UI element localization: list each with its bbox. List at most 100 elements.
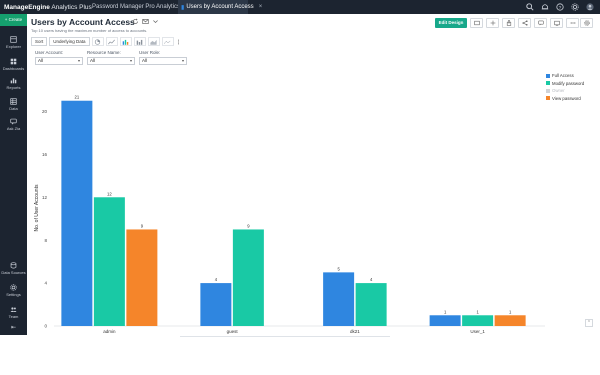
create-button[interactable]: + Create — [0, 14, 27, 26]
sort-button[interactable]: Sort — [31, 37, 48, 46]
y-tick-label: 0 — [44, 324, 47, 329]
sidebar-item-ask-zia[interactable]: Ask Zia — [0, 118, 27, 131]
data-label: 9 — [141, 223, 144, 228]
comment-button[interactable] — [534, 18, 547, 28]
sidebar-item-team[interactable]: Team — [0, 306, 27, 319]
bar-admin-series-3[interactable] — [126, 229, 158, 326]
collapse-sidebar-icon[interactable]: ⇤ — [0, 324, 27, 331]
fullscreen-icon — [553, 20, 560, 26]
stacked-bar-chart-icon[interactable] — [133, 37, 146, 46]
dashboards-icon — [10, 58, 17, 65]
y-tick-label: 4 — [44, 281, 47, 286]
add-button[interactable] — [486, 18, 499, 28]
share-icon — [521, 20, 528, 26]
data-icon — [10, 98, 17, 105]
y-tick-label: 16 — [42, 152, 48, 157]
filter-user-account: User Account: All ▾ — [35, 50, 83, 65]
underlying-data-button[interactable]: Underlying Data — [49, 37, 90, 46]
user-avatar-icon[interactable] — [585, 3, 594, 12]
sidebar-item-reports[interactable]: Reports — [0, 77, 27, 90]
close-icon[interactable]: × — [259, 4, 263, 10]
bar-guest-series-1[interactable] — [232, 229, 264, 326]
x-tick-label: User_1 — [470, 329, 485, 334]
edit-design-button[interactable]: Edit Design — [435, 18, 467, 28]
present-icon — [473, 20, 480, 26]
bar-dk21-series-1[interactable] — [355, 283, 387, 326]
bar-user-1-series-1[interactable] — [462, 315, 494, 326]
share-button[interactable] — [518, 18, 531, 28]
bar-chart-icon: ▮ — [181, 4, 185, 11]
explorer-icon — [10, 36, 17, 43]
tab-users-by-account-access[interactable]: ▮ Users by Account Access × — [178, 0, 262, 14]
notification-bell-icon[interactable] — [540, 3, 549, 12]
data-label: 4 — [215, 277, 218, 282]
reports-icon — [10, 77, 17, 84]
data-label: 12 — [107, 191, 112, 196]
y-tick-label: 20 — [42, 109, 48, 114]
legend-item-full-access[interactable]: Full Access — [546, 72, 584, 80]
user-account-select[interactable]: All ▾ — [35, 57, 83, 65]
bar-guest-series-0[interactable] — [200, 283, 232, 326]
data-label: 21 — [75, 95, 80, 100]
bar-dk21-series-0[interactable] — [323, 272, 355, 326]
line-chart-icon[interactable] — [105, 37, 118, 46]
mail-icon[interactable] — [142, 18, 149, 25]
sidebar-item-dashboards[interactable]: Dashboards — [0, 58, 27, 71]
left-sidebar: + Create Explorer Dashboards Reports Dat… — [0, 14, 27, 335]
present-button[interactable] — [470, 18, 483, 28]
legend-item-owner[interactable]: Owner — [546, 87, 584, 95]
data-label: 1 — [444, 309, 447, 314]
filter-label: Resource Name: — [87, 50, 121, 55]
legend-item-modify-password[interactable]: Modify password — [546, 80, 584, 88]
bar-chart: No. of User Accounts 0 4 8 12 16 20 21 12 9 admin 4… — [34, 95, 545, 334]
sidebar-item-data[interactable]: Data — [0, 98, 27, 111]
scatter-chart-icon[interactable] — [161, 37, 174, 46]
comment-icon — [537, 20, 544, 26]
more-icon — [570, 22, 575, 24]
app-window: ManageEngine Analytics Plus Password Man… — [0, 0, 600, 375]
data-sources-icon — [10, 262, 17, 269]
bar-user-1-series-0[interactable] — [429, 315, 461, 326]
settings-icon — [10, 284, 17, 291]
brand-logo[interactable]: ManageEngine Analytics Plus — [0, 4, 92, 11]
legend-item-view-password[interactable]: View password — [546, 95, 584, 103]
add-icon — [490, 20, 495, 26]
legend-swatch — [546, 73, 550, 78]
help-icon[interactable]: ? — [555, 3, 564, 12]
scroll-top-button[interactable]: ⌃ — [585, 319, 593, 327]
bar-admin-series-0[interactable] — [61, 100, 93, 327]
more-options-button[interactable] — [566, 18, 579, 28]
refresh-icon[interactable] — [132, 18, 139, 25]
search-icon[interactable] — [525, 3, 534, 12]
page-subtitle: Top 10 users having the maximum number o… — [31, 28, 148, 33]
bar-user-1-series-3[interactable] — [494, 315, 526, 326]
filter-label: User Account: — [35, 50, 64, 55]
sidebar-item-settings[interactable]: Settings — [0, 284, 27, 297]
bar-chart-icon[interactable] — [119, 37, 132, 46]
chevron-down-icon[interactable] — [152, 18, 159, 25]
x-tick-label: dk21 — [350, 329, 360, 334]
workspace-selector[interactable]: Password Manager Pro Analytics▾ — [92, 4, 185, 11]
divider — [180, 336, 390, 337]
data-label: 9 — [247, 223, 250, 228]
resource-name-select[interactable]: All ▾ — [87, 57, 135, 65]
settings-gear-icon[interactable] — [570, 3, 579, 12]
area-chart-icon[interactable] — [147, 37, 160, 46]
pie-chart-icon[interactable] — [91, 37, 104, 46]
export-button[interactable] — [502, 18, 515, 28]
sidebar-item-explorer[interactable]: Explorer — [0, 36, 27, 49]
bar-admin-series-1[interactable] — [93, 197, 125, 326]
filter-user-role: User Role: All ▾ — [139, 50, 187, 65]
user-role-select[interactable]: All ▾ — [139, 57, 187, 65]
chevron-down-icon: ▾ — [77, 58, 80, 63]
chevron-down-icon: ▾ — [129, 58, 132, 63]
report-settings-button[interactable] — [580, 18, 593, 28]
more-chart-types-icon[interactable] — [175, 37, 181, 46]
tab-label: Users by Account Access — [186, 4, 254, 10]
sidebar-item-data-sources[interactable]: Data Sources — [0, 262, 27, 275]
y-tick-label: 8 — [44, 238, 47, 243]
chart-legend: Full Access Modify password Owner View p… — [546, 72, 584, 102]
fullscreen-button[interactable] — [550, 18, 563, 28]
data-label: 4 — [370, 277, 373, 282]
x-tick-label: guest — [227, 329, 239, 334]
